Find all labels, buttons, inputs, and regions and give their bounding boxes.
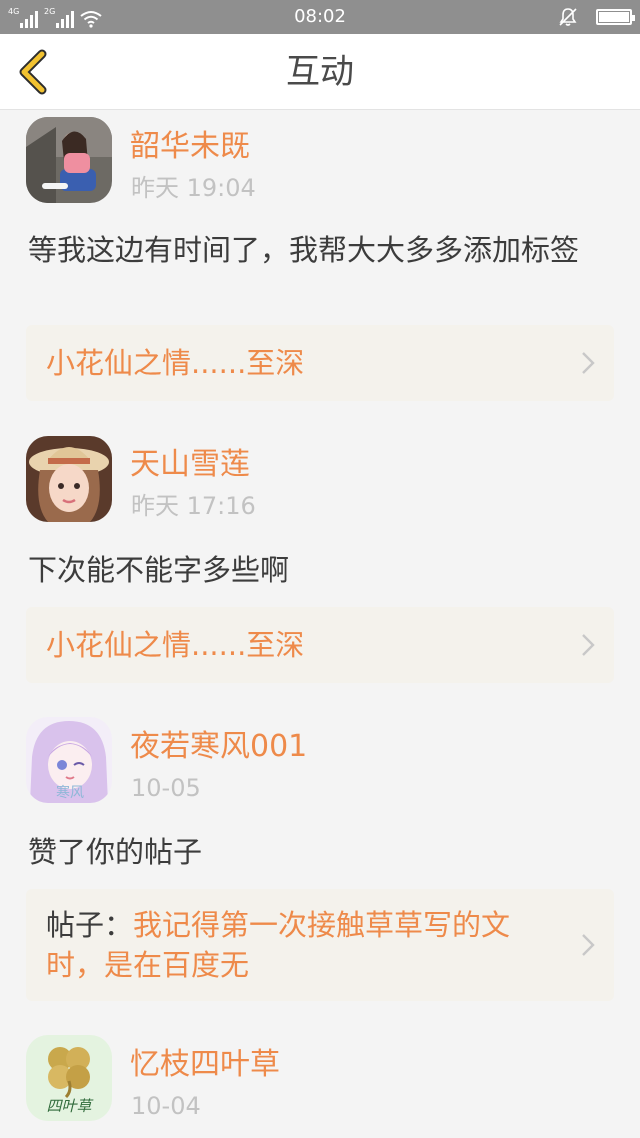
svg-text:寒风: 寒风 — [56, 784, 84, 801]
referenced-post-title: 小花仙之情......至深 — [46, 625, 566, 665]
status-bar: 4G 2G 08:02 — [0, 0, 640, 34]
chevron-right-icon — [582, 352, 595, 374]
timestamp: 昨天 19:04 — [131, 174, 256, 202]
header-bar: 互动 — [0, 34, 640, 110]
status-time: 08:02 — [294, 6, 346, 27]
user-name[interactable]: 韶华未既 — [130, 129, 250, 165]
referenced-post-title: 小花仙之情......至深 — [46, 343, 566, 383]
chevron-right-icon — [582, 634, 595, 656]
alarm-off-icon — [559, 8, 577, 26]
avatar[interactable]: 寒风 — [26, 717, 112, 803]
comment-text: 下次能不能字多些啊 — [28, 553, 290, 587]
referenced-post-prefix: 帖子： — [46, 908, 134, 942]
referenced-post[interactable]: 小花仙之情......至深 — [26, 607, 614, 683]
avatar[interactable] — [26, 436, 112, 522]
avatar[interactable] — [26, 117, 112, 203]
referenced-post[interactable]: 小花仙之情......至深 — [26, 325, 614, 401]
referenced-post-title: 帖子：我记得第一次接触草草写的文时，是在百度无 — [46, 905, 566, 985]
avatar[interactable]: 四叶草 — [26, 1035, 112, 1121]
timestamp: 10-04 — [131, 1092, 201, 1120]
battery-icon — [596, 9, 635, 25]
chevron-right-icon — [582, 934, 595, 956]
status-right — [558, 7, 635, 27]
page-title: 互动 — [286, 52, 354, 92]
avatar-signature: 四叶草 — [46, 1097, 92, 1115]
user-name[interactable]: 天山雪莲 — [130, 447, 250, 483]
timestamp: 昨天 17:16 — [131, 492, 256, 520]
user-name[interactable]: 夜若寒风001 — [130, 729, 307, 765]
timestamp: 10-05 — [131, 774, 201, 802]
comment-text: 赞了你的帖子 — [28, 835, 203, 869]
referenced-post-title-text: 小花仙之情......至深 — [46, 628, 305, 662]
referenced-post-title-text: 小花仙之情......至深 — [46, 346, 305, 380]
comment-text: 等我这边有时间了，我帮大大多多添加标签 — [28, 233, 580, 267]
referenced-post[interactable]: 帖子：我记得第一次接触草草写的文时，是在百度无 — [26, 889, 614, 1001]
user-name[interactable]: 忆枝四叶草 — [130, 1047, 280, 1083]
